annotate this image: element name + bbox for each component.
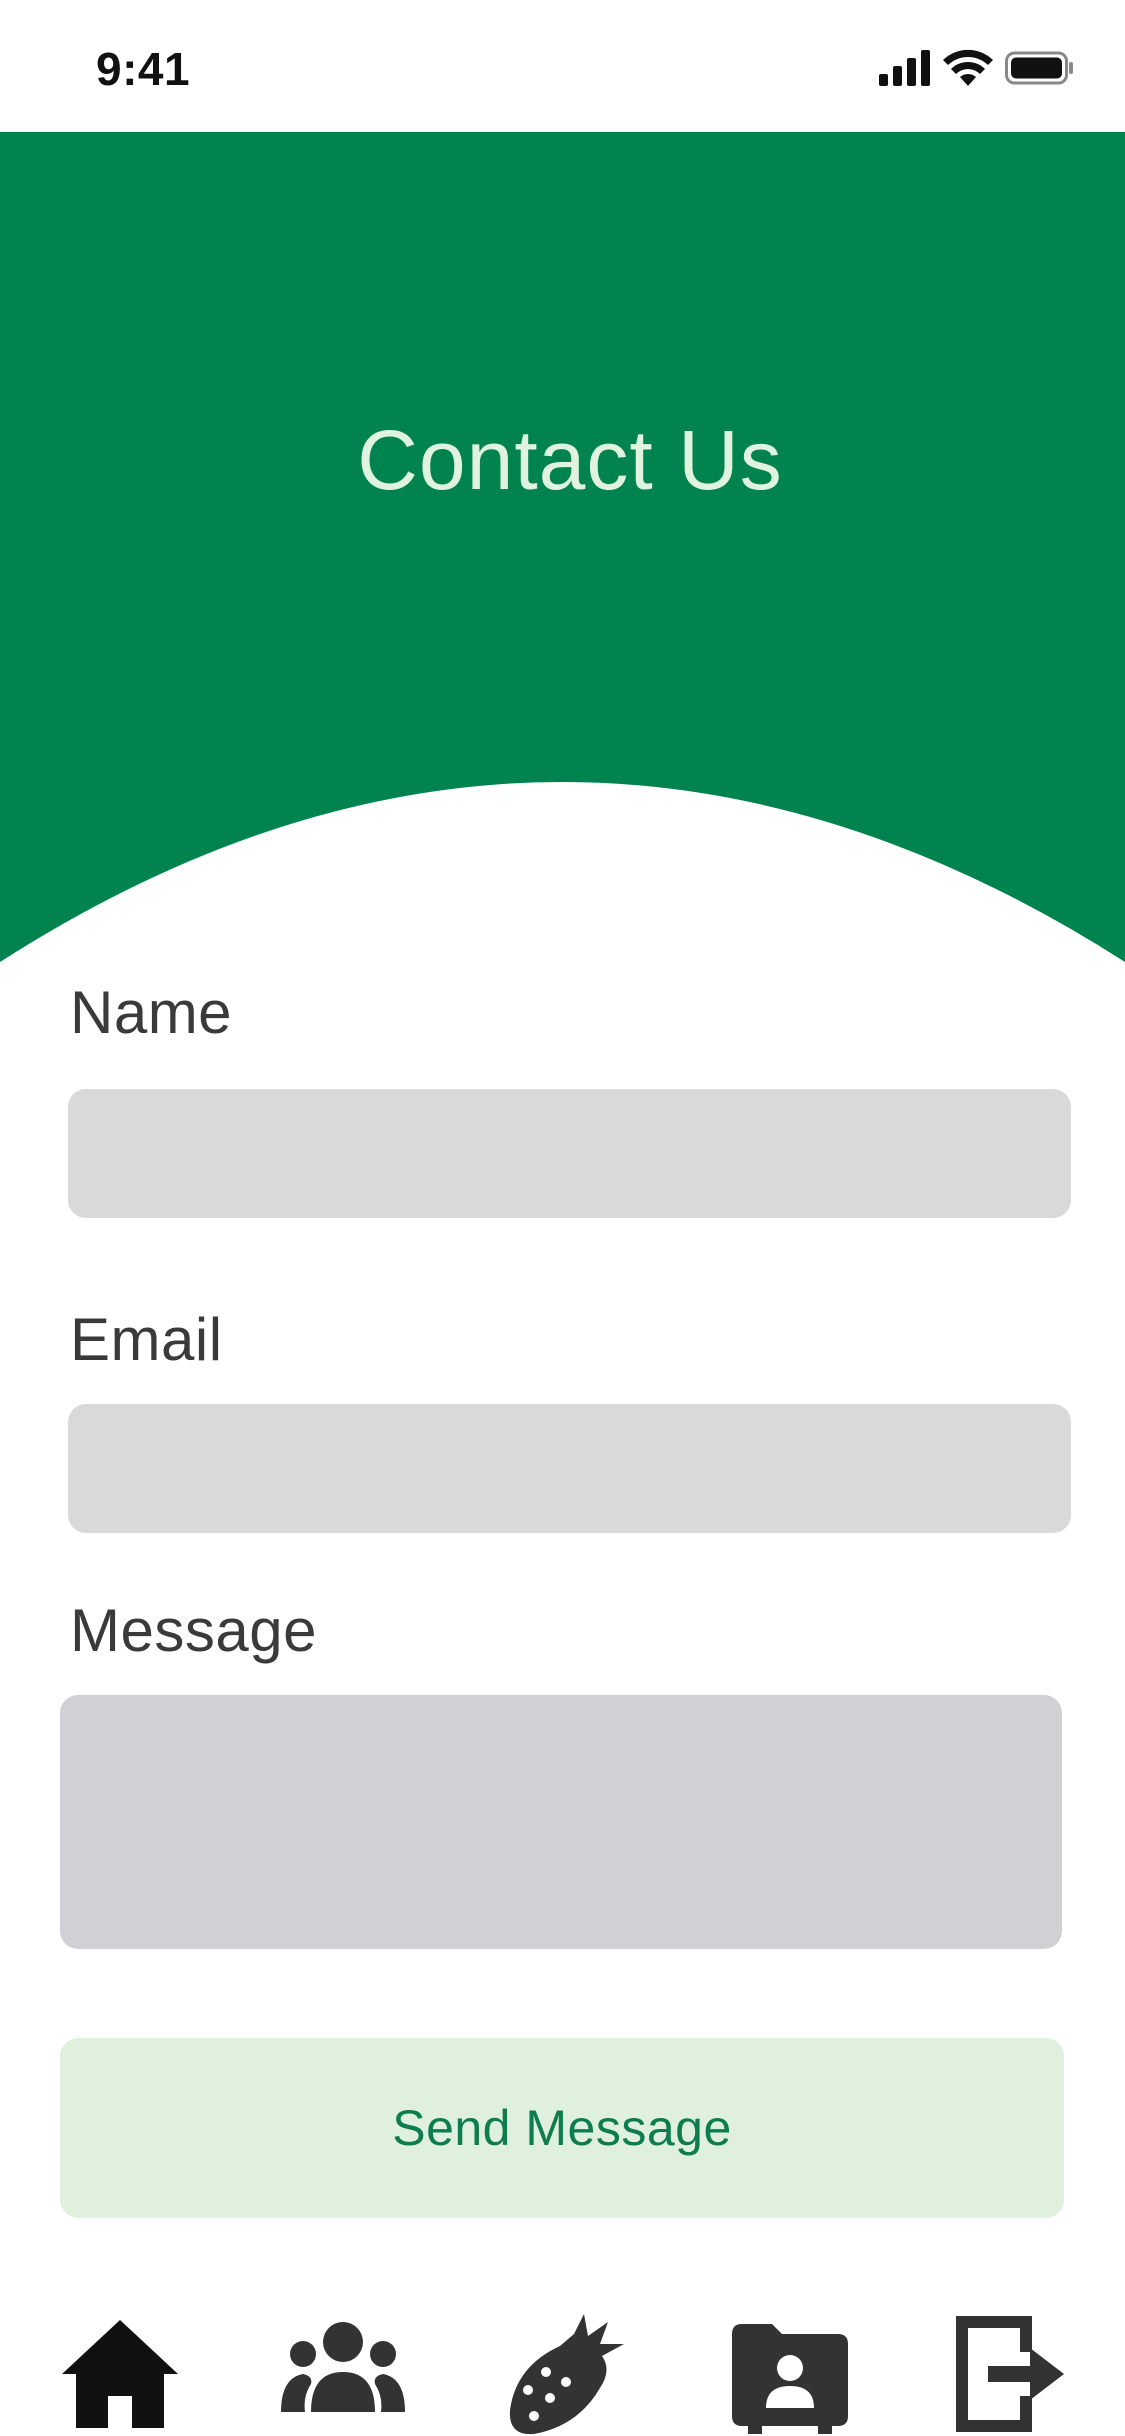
email-input[interactable]	[68, 1404, 1071, 1533]
status-icons	[877, 48, 1077, 92]
name-label: Name	[70, 979, 233, 1046]
wifi-icon	[943, 49, 993, 86]
nav-community[interactable]	[281, 2312, 405, 2436]
logout-icon	[956, 2316, 1064, 2432]
status-bar: 9:41	[0, 0, 1125, 132]
message-textarea[interactable]	[60, 1695, 1062, 1949]
nav-contacts[interactable]	[728, 2312, 852, 2436]
contact-folder-icon	[732, 2324, 848, 2434]
email-label: Email	[70, 1306, 223, 1373]
signal-icon	[879, 50, 930, 86]
header: Contact Us	[0, 132, 1125, 972]
nav-logout[interactable]	[948, 2312, 1072, 2436]
strawberry-icon	[509, 2314, 624, 2435]
nav-home[interactable]	[58, 2312, 182, 2436]
battery-icon	[1005, 51, 1073, 85]
name-input[interactable]	[68, 1089, 1071, 1218]
header-background	[0, 132, 1125, 962]
nav-produce[interactable]	[504, 2312, 628, 2436]
group-icon	[281, 2322, 405, 2412]
home-icon	[62, 2320, 178, 2428]
bottom-nav	[0, 2290, 1125, 2436]
page-title: Contact Us	[357, 413, 783, 507]
status-time: 9:41	[96, 43, 191, 95]
message-label: Message	[70, 1597, 317, 1664]
send-message-button[interactable]: Send Message	[60, 2038, 1064, 2218]
